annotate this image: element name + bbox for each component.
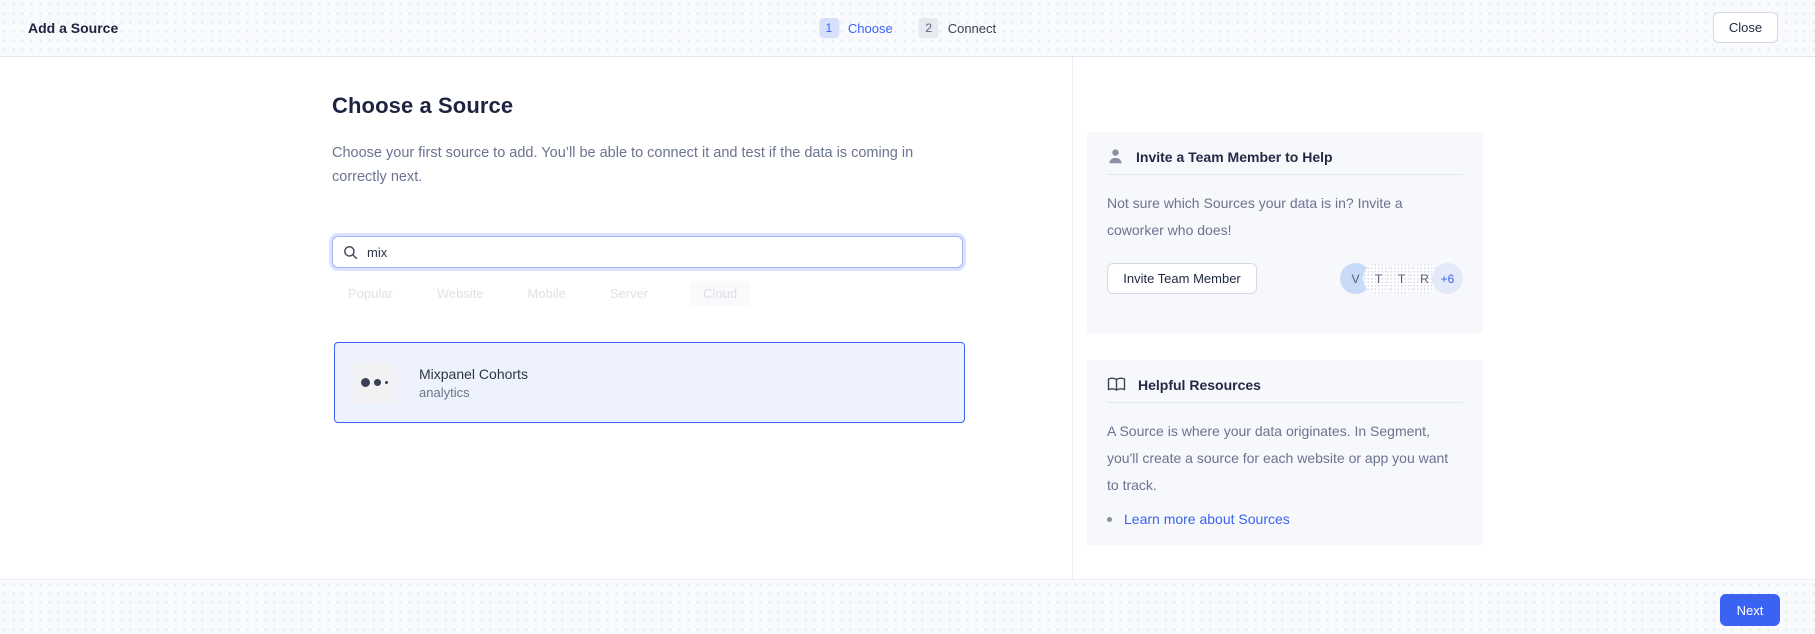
source-card-mixpanel-cohorts[interactable]: Mixpanel Cohorts analytics: [334, 342, 965, 423]
invite-panel-header: Invite a Team Member to Help: [1107, 132, 1463, 168]
avatar-overflow-badge: +6: [1432, 263, 1463, 294]
sidebar-divider: [1072, 57, 1073, 579]
resources-panel-text: A Source is where your data originates. …: [1107, 418, 1452, 499]
invite-panel-title: Invite a Team Member to Help: [1136, 149, 1333, 165]
filter-tab-mobile[interactable]: Mobile: [526, 281, 568, 306]
search-box: [332, 236, 963, 268]
invite-actions-row: Invite Team Member V T T R +6: [1107, 263, 1463, 294]
list-item: Learn more about Sources: [1107, 511, 1463, 527]
filter-tab-popular[interactable]: Popular: [346, 281, 395, 306]
resources-panel: Helpful Resources A Source is where your…: [1087, 360, 1483, 545]
resources-link-list: Learn more about Sources: [1107, 511, 1463, 527]
invite-team-member-button[interactable]: Invite Team Member: [1107, 263, 1257, 294]
step-number-badge: 1: [819, 18, 839, 38]
step-choose[interactable]: 1 Choose: [819, 18, 893, 38]
source-category: analytics: [419, 385, 528, 400]
step-number-badge: 2: [919, 18, 939, 38]
divider: [1107, 402, 1463, 403]
team-avatar-stack: V T T R +6: [1340, 263, 1463, 294]
next-button[interactable]: Next: [1720, 594, 1780, 626]
bullet-icon: [1107, 517, 1112, 522]
filter-tab-website[interactable]: Website: [435, 281, 486, 306]
invite-panel: Invite a Team Member to Help Not sure wh…: [1087, 132, 1483, 333]
mixpanel-logo-icon: [353, 362, 395, 404]
step-label: Choose: [848, 21, 893, 36]
resources-panel-title: Helpful Resources: [1138, 377, 1261, 393]
add-source-page: Add a Source 1 Choose 2 Connect Close Ch…: [0, 0, 1815, 634]
page-title: Add a Source: [28, 20, 118, 36]
filter-tab-server[interactable]: Server: [608, 281, 650, 306]
main-content: Choose a Source Choose your first source…: [332, 57, 965, 579]
bottom-bar: Next: [0, 579, 1815, 634]
top-bar: Add a Source 1 Choose 2 Connect Close: [0, 0, 1815, 57]
book-icon: [1107, 376, 1126, 393]
divider: [1107, 174, 1463, 175]
filter-tab-cloud[interactable]: Cloud: [690, 281, 750, 306]
search-icon: [343, 245, 358, 260]
step-label: Connect: [948, 21, 996, 36]
learn-more-sources-link[interactable]: Learn more about Sources: [1124, 511, 1290, 527]
close-button[interactable]: Close: [1713, 12, 1778, 43]
page-description: Choose your first source to add. You’ll …: [332, 141, 932, 189]
page-heading: Choose a Source: [332, 93, 513, 119]
person-icon: [1107, 148, 1124, 165]
search-input[interactable]: [367, 245, 952, 260]
invite-panel-text: Not sure which Sources your data is in? …: [1107, 190, 1447, 244]
step-connect: 2 Connect: [919, 18, 996, 38]
wizard-stepper: 1 Choose 2 Connect: [819, 18, 996, 38]
source-meta: Mixpanel Cohorts analytics: [419, 366, 528, 400]
filter-tabs: Popular Website Mobile Server Cloud: [346, 281, 750, 306]
resources-panel-header: Helpful Resources: [1107, 360, 1463, 396]
source-name: Mixpanel Cohorts: [419, 366, 528, 382]
